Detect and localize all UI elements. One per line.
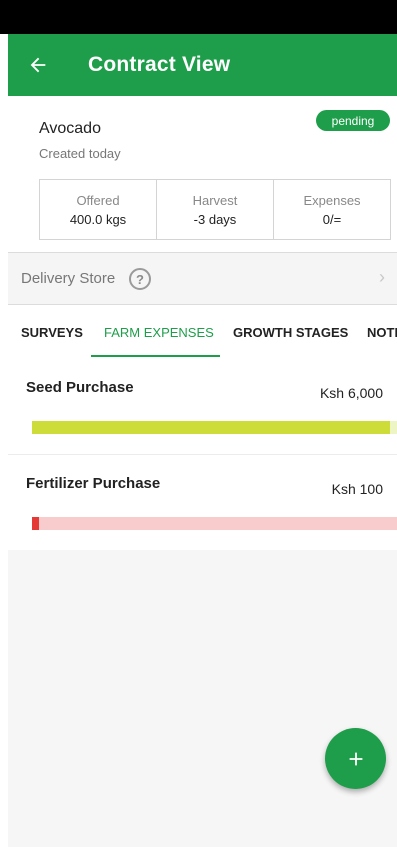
active-tab-indicator [91, 355, 220, 357]
status-badge: pending [316, 110, 390, 131]
expense-name: Seed Purchase [26, 379, 134, 396]
expense-item[interactable]: Fertilizer Purchase Ksh 100 [8, 455, 397, 551]
stat-value: -3 days [193, 211, 237, 227]
page-title: Contract View [88, 53, 231, 76]
stat-value: 400.0 kgs [69, 211, 127, 227]
tab-growth-stages[interactable]: GROWTH STAGES [233, 325, 348, 340]
expense-progress-fill [32, 517, 40, 530]
expense-progress-fill [32, 421, 390, 434]
plus-icon [349, 752, 362, 765]
stat-value: 0/= [322, 211, 342, 227]
delivery-store-row[interactable]: Delivery Store ? › [8, 253, 397, 304]
help-circle-icon[interactable]: ? [129, 268, 151, 290]
stat-label: Offered [76, 192, 120, 208]
stats-table: Offered 400.0 kgs Harvest -3 days Expens… [39, 179, 391, 240]
stat-label: Harvest [192, 192, 238, 208]
app-bar: Contract View [8, 34, 397, 96]
stat-harvest: Harvest -3 days [157, 180, 274, 239]
stat-label: Expenses [303, 192, 361, 208]
tab-surveys[interactable]: SURVEYS [21, 325, 83, 340]
expense-amount: Ksh 6,000 [319, 385, 383, 401]
expense-progress-track [32, 421, 397, 434]
expense-item[interactable]: Seed Purchase Ksh 6,000 [8, 359, 397, 455]
empty-list-area [8, 550, 397, 847]
add-expense-button[interactable] [325, 728, 386, 789]
tab-bar: SURVEYS FARM EXPENSES GROWTH STAGES NOTE… [8, 305, 397, 359]
crop-name: Avocado [39, 120, 101, 137]
stat-offered: Offered 400.0 kgs [40, 180, 157, 239]
expense-amount: Ksh 100 [331, 481, 383, 497]
expense-progress-track [32, 517, 397, 530]
status-bar [0, 0, 397, 34]
delivery-store-label: Delivery Store [21, 270, 116, 287]
arrow-left-icon [30, 57, 46, 73]
back-button[interactable] [24, 51, 52, 79]
expense-name: Fertilizer Purchase [26, 475, 161, 492]
created-date: Created today [39, 146, 121, 161]
tab-farm-expenses[interactable]: FARM EXPENSES [104, 325, 214, 340]
tab-notes[interactable]: NOTES [367, 325, 397, 340]
stat-expenses: Expenses 0/= [274, 180, 390, 239]
chevron-right-icon: › [379, 267, 385, 287]
